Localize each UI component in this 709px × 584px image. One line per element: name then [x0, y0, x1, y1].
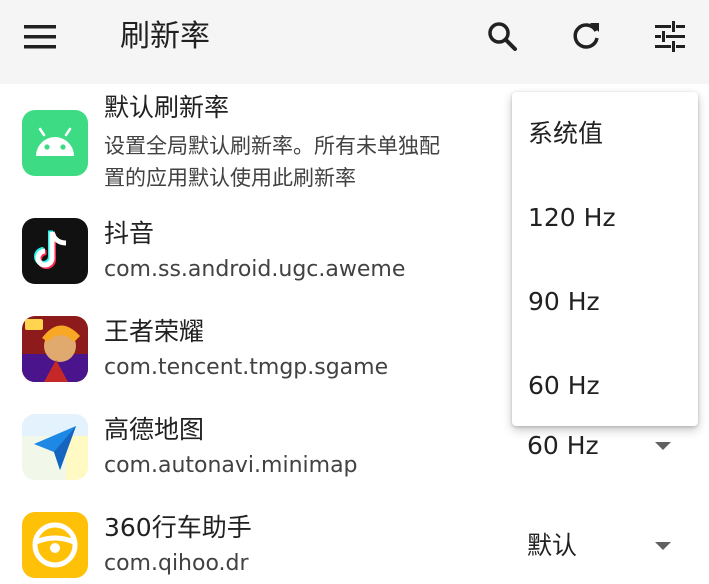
- refresh-rate-select[interactable]: 默认: [527, 530, 577, 562]
- android-icon: [22, 110, 88, 176]
- app-package: com.ss.android.ugc.aweme: [104, 257, 406, 282]
- app-name: 王者荣耀: [104, 317, 205, 346]
- app-package: com.qihoo.dr: [104, 551, 249, 576]
- chevron-down-icon[interactable]: [655, 442, 671, 450]
- app-package: com.tencent.tmgp.sgame: [104, 355, 389, 380]
- page-title: 刷新率: [120, 19, 210, 54]
- 360-car-assistant-icon: [22, 512, 88, 578]
- app-name: 高德地图: [104, 415, 205, 444]
- refresh-rate-dropdown-menu: 系统值 120 Hz 90 Hz 60 Hz: [512, 92, 698, 426]
- app-package: com.autonavi.minimap: [104, 453, 358, 478]
- tune-icon[interactable]: [652, 18, 688, 54]
- list-item-360-car-assistant[interactable]: 360行车助手 com.qihoo.dr 默认: [0, 500, 709, 584]
- dropdown-option-90hz[interactable]: 90 Hz: [528, 285, 600, 319]
- dropdown-option-system[interactable]: 系统值: [528, 117, 603, 151]
- app-name: 抖音: [104, 219, 155, 248]
- amap-icon: [22, 414, 88, 480]
- chevron-down-icon[interactable]: [655, 542, 671, 550]
- dropdown-option-120hz[interactable]: 120 Hz: [528, 201, 616, 235]
- refresh-icon[interactable]: [568, 18, 604, 54]
- app-description-line-2: 置的应用默认使用此刷新率: [104, 166, 356, 190]
- app-name: 默认刷新率: [104, 93, 230, 122]
- honor-of-kings-icon: [22, 316, 88, 382]
- app-bar: 刷新率: [0, 0, 709, 84]
- douyin-icon: [22, 218, 88, 284]
- dropdown-option-60hz[interactable]: 60 Hz: [528, 369, 600, 403]
- menu-icon[interactable]: [22, 20, 62, 54]
- app-description-line-1: 设置全局默认刷新率。所有未单独配: [104, 134, 440, 158]
- refresh-rate-select[interactable]: 60 Hz: [527, 430, 599, 462]
- search-icon[interactable]: [484, 18, 520, 54]
- app-name: 360行车助手: [104, 513, 252, 542]
